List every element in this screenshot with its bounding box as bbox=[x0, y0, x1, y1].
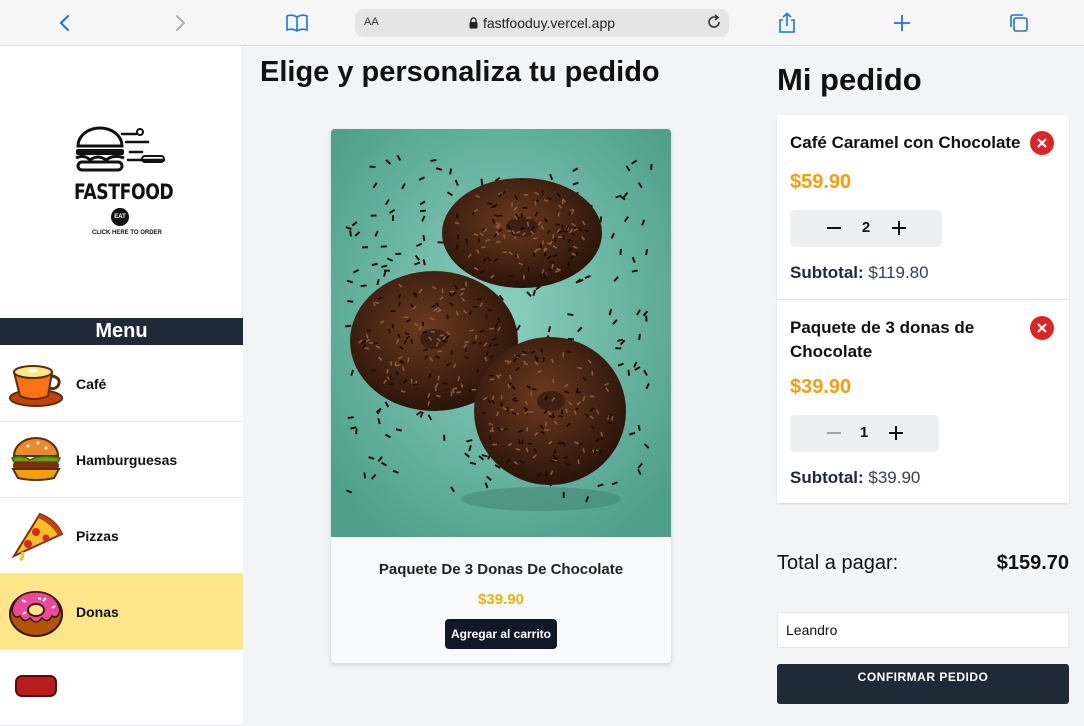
order-item-subtotal: Subtotal: $119.80 bbox=[790, 263, 929, 283]
close-icon bbox=[1037, 138, 1047, 148]
logo[interactable]: FASTFOOD EAT CLICK HERE TO ORDER bbox=[70, 124, 174, 244]
reload-icon bbox=[708, 14, 720, 28]
logo-badge: EAT bbox=[111, 208, 129, 226]
sidebar-item-label: Donas bbox=[76, 603, 119, 620]
order-item-name: Paquete de 3 donas de Chocolate bbox=[790, 318, 975, 361]
plus-icon bbox=[894, 15, 910, 31]
add-to-cart-button[interactable]: Agregar al carrito bbox=[445, 619, 557, 649]
product-card: Paquete De 3 Donas De Chocolate $39.90 A… bbox=[331, 129, 671, 663]
quantity-stepper: 1 bbox=[790, 415, 939, 452]
order-item: Paquete de 3 donas de Chocolate $39.90 1… bbox=[777, 300, 1069, 503]
coffee-cup-icon bbox=[9, 365, 63, 407]
subtotal-label: Subtotal: bbox=[790, 263, 864, 282]
new-tab-button[interactable] bbox=[887, 8, 917, 38]
bookmarks-button[interactable] bbox=[282, 8, 312, 38]
order-title: Mi pedido bbox=[777, 62, 922, 97]
address-bar[interactable]: AA fastfooduy.vercel.app bbox=[355, 9, 729, 37]
back-button[interactable] bbox=[50, 8, 80, 38]
logo-brand: FASTFOOD bbox=[74, 180, 174, 204]
share-button[interactable] bbox=[772, 8, 802, 38]
remove-item-button[interactable] bbox=[1030, 316, 1054, 340]
order-item-name: Café Caramel con Chocolate bbox=[790, 133, 1021, 152]
sidebar-item-pizzas[interactable]: Pizzas bbox=[0, 498, 243, 574]
url-text: fastfooduy.vercel.app bbox=[482, 15, 616, 31]
browser-toolbar: AA fastfooduy.vercel.app bbox=[0, 0, 1084, 46]
close-icon bbox=[1037, 323, 1047, 333]
chevron-left-icon bbox=[59, 15, 69, 31]
pizza-slice-icon bbox=[11, 512, 64, 562]
remove-item-button[interactable] bbox=[1030, 131, 1054, 155]
logo-tagline: CLICK HERE TO ORDER bbox=[92, 230, 162, 236]
sidebar-item-partial[interactable] bbox=[0, 650, 243, 726]
order-item: Café Caramel con Chocolate $59.90 2 Subt… bbox=[777, 115, 1069, 299]
tabs-button[interactable] bbox=[1004, 8, 1034, 38]
tabs-icon bbox=[1010, 14, 1028, 32]
burger-icon bbox=[10, 437, 62, 481]
plus-icon[interactable] bbox=[890, 219, 908, 237]
sidebar-item-hamburguesas[interactable]: Hamburguesas bbox=[0, 422, 243, 498]
food-icon bbox=[15, 675, 57, 697]
lock-icon bbox=[469, 17, 478, 29]
chevron-right-icon bbox=[176, 15, 186, 31]
quantity-value: 2 bbox=[861, 219, 871, 236]
url-display: fastfooduy.vercel.app bbox=[355, 15, 729, 31]
order-item-price: $39.90 bbox=[790, 376, 852, 398]
confirm-order-button[interactable]: CONFIRMAR PEDIDO bbox=[777, 664, 1069, 704]
sidebar-item-label: Café bbox=[76, 375, 107, 392]
reload-button[interactable] bbox=[705, 13, 723, 36]
book-icon bbox=[286, 14, 308, 32]
order-item-subtotal: Subtotal: $39.90 bbox=[790, 468, 920, 488]
total-value: $159.70 bbox=[996, 552, 1069, 574]
customer-name-input[interactable] bbox=[777, 612, 1069, 648]
subtotal-label: Subtotal: bbox=[790, 468, 864, 487]
sidebar-item-label: Pizzas bbox=[76, 527, 119, 544]
forward-button[interactable] bbox=[165, 8, 195, 38]
product-name: Paquete De 3 Donas De Chocolate bbox=[378, 561, 624, 578]
sidebar: FASTFOOD EAT CLICK HERE TO ORDER Menu Ca… bbox=[0, 46, 243, 726]
subtotal-value: $119.80 bbox=[868, 263, 929, 282]
product-price: $39.90 bbox=[478, 591, 524, 608]
sidebar-item-donas[interactable]: Donas bbox=[0, 574, 243, 650]
quantity-value: 1 bbox=[859, 424, 869, 441]
subtotal-value: $39.90 bbox=[868, 468, 921, 487]
quantity-stepper: 2 bbox=[790, 210, 942, 247]
menu-title: Menu bbox=[0, 318, 243, 345]
order-item-price: $59.90 bbox=[790, 171, 852, 193]
page-title: Elige y personaliza tu pedido bbox=[260, 56, 660, 88]
product-image bbox=[331, 129, 671, 537]
sidebar-item-cafe[interactable]: Café bbox=[0, 346, 243, 422]
plus-icon[interactable] bbox=[887, 424, 905, 442]
burger-logo-icon bbox=[75, 126, 166, 172]
minus-icon[interactable] bbox=[825, 424, 843, 442]
sidebar-item-label: Hamburguesas bbox=[76, 451, 178, 468]
minus-icon[interactable] bbox=[825, 219, 843, 237]
share-icon bbox=[779, 12, 795, 33]
donut-icon bbox=[9, 591, 63, 637]
total-label: Total a pagar: bbox=[777, 552, 899, 574]
